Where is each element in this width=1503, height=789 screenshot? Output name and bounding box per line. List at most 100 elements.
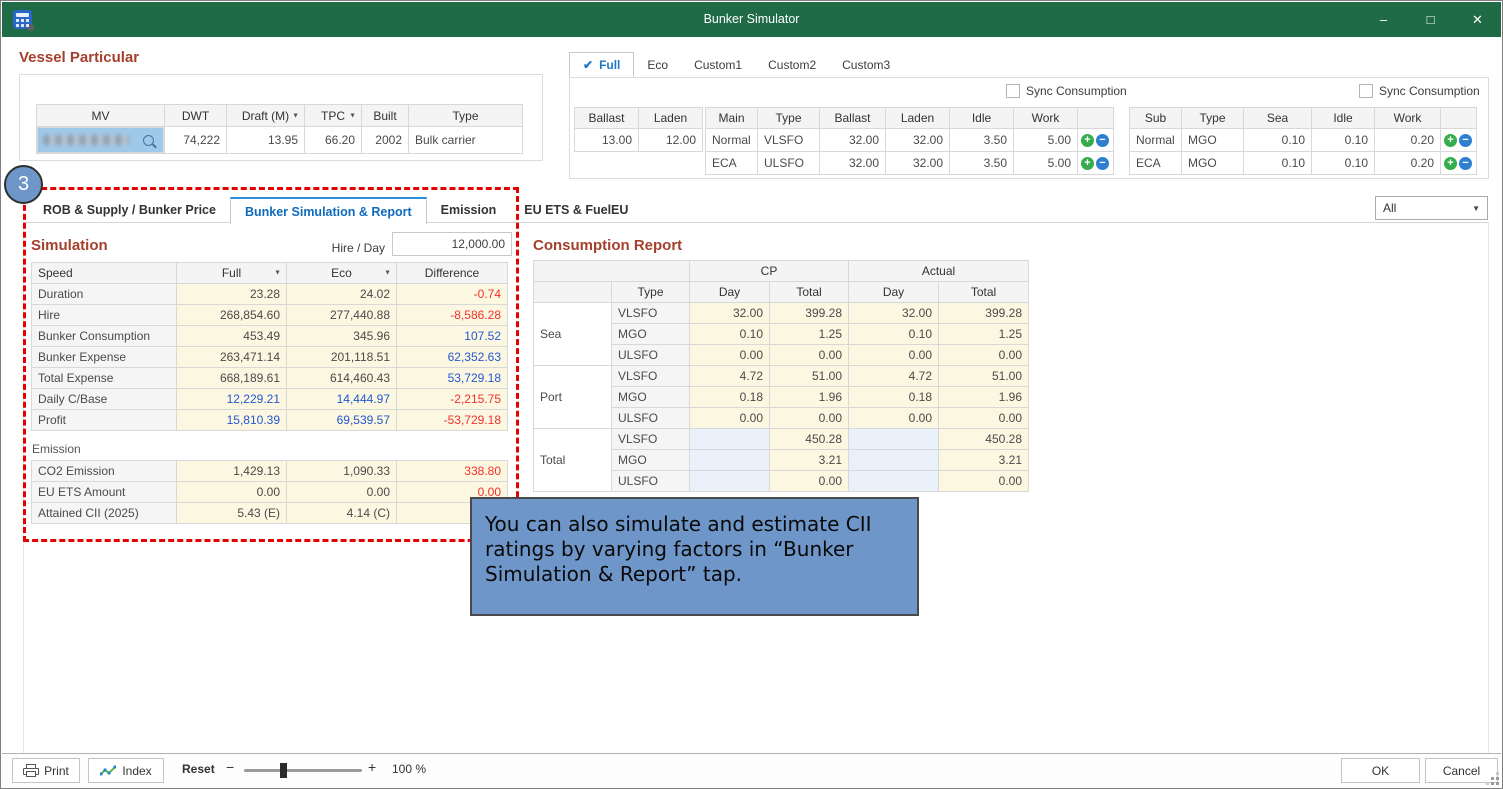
vessel-header-row: MV DWT Draft (M)▼ TPC▼ Built Type bbox=[37, 105, 523, 127]
add-row-icon[interactable]: + bbox=[1444, 134, 1457, 147]
zoom-out-button[interactable]: − bbox=[226, 759, 234, 775]
chevron-down-icon[interactable]: ▼ bbox=[349, 112, 356, 119]
chevron-down-icon[interactable]: ▼ bbox=[384, 270, 391, 277]
tab-custom2[interactable]: Custom2 bbox=[755, 52, 829, 77]
bunker-simulator-window: Bunker Simulator – □ ✕ Vessel Particular… bbox=[0, 0, 1503, 789]
add-row-icon[interactable]: + bbox=[1444, 157, 1457, 170]
cons-row: PortVLSFO4.7251.004.7251.00 bbox=[534, 366, 1029, 387]
col-type: Type bbox=[409, 105, 523, 127]
col-ballast: Ballast bbox=[575, 108, 639, 129]
chevron-down-icon: ▼ bbox=[1472, 204, 1480, 213]
minimize-button[interactable]: – bbox=[1360, 2, 1407, 37]
main-consumption-table: MainType BallastLaden IdleWork Normal VL… bbox=[705, 107, 1114, 175]
tab-full[interactable]: ✔Full bbox=[569, 52, 634, 77]
col-laden: Laden bbox=[639, 108, 703, 129]
vessel-name-cell[interactable] bbox=[37, 127, 164, 153]
vessel-row: 74,222 13.95 66.20 2002 Bulk carrier bbox=[37, 127, 523, 154]
add-row-icon[interactable]: + bbox=[1081, 157, 1094, 170]
check-icon: ✔ bbox=[583, 58, 593, 72]
consumption-report-table: CP Actual Type Day Total Day Total SeaVL… bbox=[533, 260, 1029, 492]
vessel-name-redacted bbox=[43, 135, 129, 145]
tab-rob-supply-bunker-price[interactable]: ROB & Supply / Bunker Price bbox=[29, 197, 230, 223]
zoom-slider-handle[interactable] bbox=[280, 763, 287, 778]
chevron-down-icon[interactable]: ▼ bbox=[274, 270, 281, 277]
sim-row: Total Expense668,189.61614,460.4353,729.… bbox=[32, 368, 508, 389]
reset-label[interactable]: Reset bbox=[182, 762, 215, 776]
vessel-built[interactable]: 2002 bbox=[362, 127, 409, 154]
speed-table: Ballast Laden 13.00 12.00 bbox=[574, 107, 703, 152]
main-cons-row: Normal VLSFO 32.00 32.00 3.50 5.00 +− bbox=[706, 129, 1114, 152]
zoom-slider[interactable] bbox=[244, 769, 362, 772]
remove-row-icon[interactable]: − bbox=[1459, 134, 1472, 147]
sim-row: Profit15,810.3969,539.57-53,729.18 bbox=[32, 410, 508, 431]
emission-row: CO2 Emission1,429.131,090.33338.80 bbox=[32, 461, 508, 482]
tab-emission[interactable]: Emission bbox=[427, 197, 511, 223]
bottom-toolbar: Print Index Reset − + 100 % OK Cancel bbox=[2, 753, 1501, 787]
window-title: Bunker Simulator bbox=[2, 2, 1501, 37]
remove-row-icon[interactable]: − bbox=[1096, 134, 1109, 147]
checkbox[interactable] bbox=[1006, 84, 1020, 98]
speed-ballast[interactable]: 13.00 bbox=[575, 129, 639, 152]
col-dwt: DWT bbox=[165, 105, 227, 127]
emission-row: Attained CII (2025)5.43 (E)4.14 (C) bbox=[32, 503, 508, 524]
index-button[interactable]: Index bbox=[88, 758, 164, 783]
main-cons-row: ECA ULSFO 32.00 32.00 3.50 5.00 +− bbox=[706, 152, 1114, 175]
cii-tooltip: You can also simulate and estimate CII r… bbox=[470, 497, 919, 616]
hire-day-label: Hire / Day bbox=[301, 241, 385, 255]
simulation-heading: Simulation bbox=[31, 237, 108, 254]
report-tabs: ROB & Supply / Bunker Price Bunker Simul… bbox=[29, 197, 642, 223]
zoom-in-button[interactable]: + bbox=[368, 759, 376, 775]
hire-day-input[interactable] bbox=[392, 232, 512, 256]
sim-row: Hire268,854.60277,440.88-8,586.28 bbox=[32, 305, 508, 326]
resize-grip[interactable] bbox=[1496, 782, 1499, 785]
vessel-tpc[interactable]: 66.20 bbox=[305, 127, 362, 154]
vessel-type[interactable]: Bulk carrier bbox=[409, 127, 523, 154]
sync-consumption-sub[interactable]: Sync Consumption bbox=[1359, 84, 1480, 98]
sim-row: Bunker Expense263,471.14201,118.5162,352… bbox=[32, 347, 508, 368]
tab-eu-ets-fueleu[interactable]: EU ETS & FuelEU bbox=[510, 197, 642, 223]
tab-bunker-simulation-report[interactable]: Bunker Simulation & Report bbox=[230, 197, 427, 224]
remove-row-icon[interactable]: − bbox=[1096, 157, 1109, 170]
cons-row: TotalVLSFO450.28450.28 bbox=[534, 429, 1029, 450]
speed-laden[interactable]: 12.00 bbox=[639, 129, 703, 152]
tab-eco[interactable]: Eco bbox=[634, 52, 681, 77]
ok-button[interactable]: OK bbox=[1341, 758, 1420, 783]
sub-cons-row: Normal MGO 0.10 0.10 0.20 +− bbox=[1130, 129, 1477, 152]
printer-icon bbox=[23, 764, 38, 777]
close-button[interactable]: ✕ bbox=[1454, 2, 1501, 37]
vessel-draft[interactable]: 13.95 bbox=[227, 127, 305, 154]
col-mv: MV bbox=[37, 105, 165, 127]
index-chart-icon bbox=[100, 764, 116, 778]
zoom-percentage: 100 % bbox=[392, 762, 426, 776]
emission-row: EU ETS Amount0.000.000.00 bbox=[32, 482, 508, 503]
print-button[interactable]: Print bbox=[12, 758, 80, 783]
actual-group-header: Actual bbox=[849, 261, 1029, 282]
checkbox[interactable] bbox=[1359, 84, 1373, 98]
vessel-dwt[interactable]: 74,222 bbox=[165, 127, 227, 154]
vessel-particular-heading: Vessel Particular bbox=[19, 49, 139, 66]
sync-consumption-main[interactable]: Sync Consumption bbox=[1006, 84, 1127, 98]
sub-cons-row: ECA MGO 0.10 0.10 0.20 +− bbox=[1130, 152, 1477, 175]
cancel-button[interactable]: Cancel bbox=[1425, 758, 1498, 783]
sim-row: Bunker Consumption453.49345.96107.52 bbox=[32, 326, 508, 347]
simulation-table: Speed Full▼ Eco▼ Difference Duration23.2… bbox=[31, 262, 508, 431]
add-row-icon[interactable]: + bbox=[1081, 134, 1094, 147]
step-3-badge: 3 bbox=[4, 165, 43, 204]
col-tpc: TPC▼ bbox=[305, 105, 362, 127]
chevron-down-icon[interactable]: ▼ bbox=[292, 112, 299, 119]
search-icon[interactable] bbox=[143, 135, 154, 146]
emission-sublabel: Emission bbox=[32, 442, 81, 456]
vessel-table: MV DWT Draft (M)▼ TPC▼ Built Type 74,222… bbox=[36, 104, 523, 154]
maximize-button[interactable]: □ bbox=[1407, 2, 1454, 37]
title-bar: Bunker Simulator – □ ✕ bbox=[2, 2, 1501, 37]
cp-group-header: CP bbox=[690, 261, 849, 282]
col-built: Built bbox=[362, 105, 409, 127]
tab-custom3[interactable]: Custom3 bbox=[829, 52, 903, 77]
sim-row: Duration23.2824.02-0.74 bbox=[32, 284, 508, 305]
sub-consumption-table: SubType SeaIdle Work Normal MGO 0.10 0.1… bbox=[1129, 107, 1477, 175]
filter-dropdown[interactable]: All ▼ bbox=[1375, 196, 1488, 220]
consumption-report-heading: Consumption Report bbox=[533, 237, 682, 254]
tab-custom1[interactable]: Custom1 bbox=[681, 52, 755, 77]
remove-row-icon[interactable]: − bbox=[1459, 157, 1472, 170]
col-draft: Draft (M)▼ bbox=[227, 105, 305, 127]
